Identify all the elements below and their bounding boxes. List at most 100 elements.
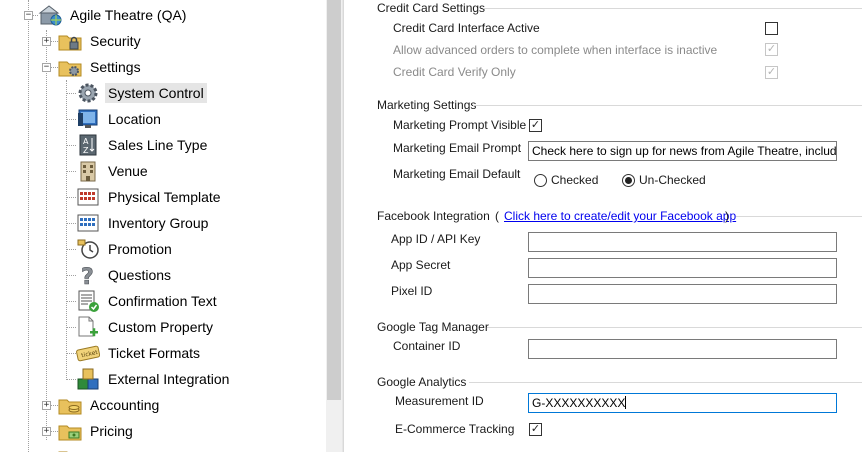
tree-node-ticket-formats[interactable]: ticket Ticket Formats [76,341,203,365]
document-add-icon [76,315,100,339]
section-divider [487,327,862,328]
tree-node-label: Confirmation Text [108,293,217,309]
expand-toggle[interactable]: + [42,427,51,436]
collapse-toggle[interactable]: − [42,63,51,72]
question-mark-icon: ? [76,263,100,291]
folder-coins-icon [58,393,82,417]
tree-connector [66,301,76,302]
tree-connector [66,119,76,120]
tree-node-label: Promotion [108,241,172,257]
tree-node-partial[interactable] [58,445,87,452]
svg-text:?: ? [81,265,94,287]
tree-scrollbar[interactable] [326,0,342,452]
folder-money-icon [58,419,82,443]
marketing-email-default-label: Marketing Email Default [393,167,521,181]
expand-toggle[interactable]: + [42,401,51,410]
tree-connector [66,353,76,354]
tree-node-inventory-group[interactable]: Inventory Group [76,211,211,235]
folder-gear-icon [58,55,82,79]
tree-node-promotion[interactable]: Promotion [76,237,175,261]
tree-connector [28,0,29,452]
tree-connector [46,30,47,440]
pane-splitter[interactable] [342,0,344,452]
collapse-toggle[interactable]: − [24,11,33,20]
marketing-prompt-visible-checkbox[interactable]: ✓ [529,119,542,132]
section-title-google-analytics: Google Analytics [377,375,467,389]
pixel-id-label: Pixel ID [391,284,433,298]
tree-connector [66,275,76,276]
section-divider [483,8,862,9]
advanced-orders-label: Allow advanced orders to complete when i… [393,43,718,57]
email-default-checked-radio[interactable] [534,174,547,187]
tree-node-system-control[interactable]: System Control [76,81,207,105]
tree-node-label: Agile Theatre (QA) [70,7,187,23]
facebook-app-link[interactable]: Click here to create/edit your Facebook … [504,209,736,223]
text-caret [625,396,627,409]
tree-node-accounting[interactable]: Accounting [58,393,162,417]
section-divider [469,382,862,383]
tree-node-label: Inventory Group [108,215,209,231]
tree-node-settings[interactable]: Settings [58,55,144,79]
folder-icon [58,445,82,452]
clock-tag-icon [76,237,100,261]
tree-node-label: Custom Property [108,319,214,335]
section-divider [736,216,862,217]
email-default-checked-label[interactable]: Checked [551,173,598,187]
container-id-input[interactable] [528,339,837,359]
tree-connector [66,145,76,146]
tree-connector [66,249,76,250]
measurement-id-value: G-XXXXXXXXXX [532,396,626,410]
ticket-icon: ticket [76,341,101,365]
credit-card-interface-active-checkbox[interactable] [765,22,778,35]
tree-node-label: Accounting [90,397,160,413]
sort-az-icon: A Z [76,133,100,157]
svg-text:Z: Z [83,146,89,155]
tree-node-security[interactable]: Security [58,29,144,53]
expand-toggle[interactable]: + [42,37,51,46]
document-check-icon [76,289,100,313]
tree-node-label: Questions [108,267,172,283]
verify-only-label: Credit Card Verify Only [393,65,516,79]
ecommerce-tracking-checkbox[interactable]: ✓ [529,423,542,436]
app-id-label: App ID / API Key [391,232,481,246]
tree-scrollbar-thumb[interactable] [327,0,341,400]
tree-node-pricing[interactable]: Pricing [58,419,136,443]
tree-connector [66,171,76,172]
marketing-email-prompt-input[interactable]: Check here to sign up for news from Agil… [528,141,837,161]
tree-node-label: Security [90,33,141,49]
tree-node-label: Location [108,111,161,127]
section-title-facebook: Facebook Integration [377,209,490,223]
tree-node-root[interactable]: Agile Theatre (QA) [38,3,189,27]
advanced-orders-checkbox[interactable]: ✓ [765,43,778,56]
section-title-marketing: Marketing Settings [377,98,477,112]
tree-node-custom-property[interactable]: Custom Property [76,315,216,339]
settings-panel: Credit Card Settings Credit Card Interfa… [345,0,862,452]
tree-connector [66,80,67,380]
tree-node-location[interactable]: Location [76,107,164,131]
tree-node-physical-template[interactable]: Physical Template [76,185,224,209]
tree-connector [66,327,76,328]
pixel-id-input[interactable] [528,284,837,304]
tree-node-label: Ticket Formats [108,345,201,361]
tree-node-questions[interactable]: ? Questions [76,263,174,291]
tree-node-label: System Control [105,83,207,103]
folder-lock-icon [58,29,82,53]
email-default-unchecked-label[interactable]: Un-Checked [639,173,706,187]
tree-node-external-integration[interactable]: External Integration [76,367,232,391]
email-default-unchecked-radio[interactable] [622,174,635,187]
marketing-email-prompt-label: Marketing Email Prompt [393,141,522,155]
section-divider [473,105,862,106]
app-secret-input[interactable] [528,258,837,278]
tree-node-sales-line-type[interactable]: A Z Sales Line Type [76,133,210,157]
credit-card-interface-active-label: Credit Card Interface Active [393,21,540,35]
tree-node-confirmation-text[interactable]: Confirmation Text [76,289,220,313]
measurement-id-input[interactable]: G-XXXXXXXXXX [528,393,837,413]
cubes-icon [76,367,100,391]
marketing-prompt-visible-label: Marketing Prompt Visible [393,118,527,132]
verify-only-checkbox[interactable]: ✓ [765,66,778,79]
svg-text:A: A [83,137,89,146]
tree-connector [66,197,76,198]
app-id-input[interactable] [528,232,837,252]
section-title-google-tag-manager: Google Tag Manager [377,320,489,334]
tree-node-venue[interactable]: Venue [76,159,151,183]
